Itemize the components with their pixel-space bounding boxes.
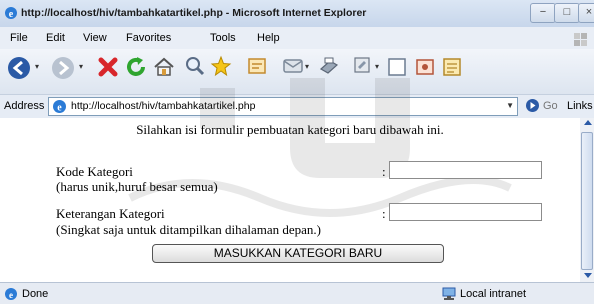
back-dropdown-icon[interactable]: ▾ (35, 62, 39, 71)
home-icon[interactable] (152, 55, 176, 79)
keterangan-colon: : (382, 206, 386, 221)
keterangan-kategori-input[interactable] (389, 203, 542, 221)
menu-bar: File Edit View Favorites Tools Help (0, 27, 594, 49)
mail-dropdown-icon[interactable]: ▾ (305, 62, 309, 71)
history-icon[interactable] (246, 55, 268, 77)
menu-favorites[interactable]: Favorites (126, 32, 171, 44)
discuss-icon[interactable] (386, 55, 410, 79)
kode-colon: : (382, 164, 386, 179)
page-icon: e (53, 100, 66, 114)
svg-text:e: e (9, 290, 13, 300)
keterangan-kategori-label: Keterangan Kategori (56, 206, 165, 221)
favorites-icon[interactable] (210, 55, 232, 77)
print-icon[interactable] (318, 55, 340, 77)
stop-icon[interactable] (96, 55, 120, 79)
local-intranet-icon (442, 287, 456, 300)
form-intro: Silahkan isi formulir pembuatan kategori… (136, 122, 444, 137)
messenger-icon[interactable] (414, 55, 438, 79)
links-button[interactable]: Links (567, 100, 593, 112)
scroll-down-arrow-icon[interactable] (584, 273, 592, 278)
menu-help[interactable]: Help (257, 32, 280, 44)
maximize-button[interactable]: □ (554, 3, 580, 23)
search-icon[interactable] (184, 55, 206, 77)
page-content: Silahkan isi formulir pembuatan kategori… (0, 78, 580, 282)
windows-flag-icon (574, 33, 587, 46)
refresh-icon[interactable] (124, 55, 148, 79)
page-done-icon: e (5, 288, 17, 300)
edit-dropdown-icon[interactable]: ▾ (375, 62, 379, 71)
keterangan-kategori-hint: (Singkat saja untuk ditampilkan dihalama… (56, 222, 321, 237)
scroll-thumb[interactable] (581, 132, 593, 270)
svg-text:e: e (9, 9, 14, 20)
menu-view[interactable]: View (83, 32, 107, 44)
go-button[interactable]: Go (543, 100, 558, 112)
kode-kategori-hint: (harus unik,huruf besar semua) (56, 179, 218, 194)
address-label: Address (4, 100, 45, 112)
edit-icon[interactable] (352, 55, 372, 75)
go-arrow-icon[interactable] (525, 98, 540, 113)
ie-logo-icon: e (5, 7, 17, 20)
window-title: http://localhost/hiv/tambahkatartikel.ph… (21, 7, 367, 19)
address-dropdown-icon[interactable]: ▼ (506, 101, 514, 110)
status-bar: e Done Local intranet (0, 282, 594, 304)
address-bar: Address e http://localhost/hiv/tambahkat… (0, 94, 594, 119)
toolbar: ▾ ▾ ▾ ▾ (0, 49, 594, 94)
mail-icon[interactable] (282, 55, 304, 77)
menu-tools[interactable]: Tools (210, 32, 236, 44)
status-text: Done (22, 288, 49, 300)
scroll-up-arrow-icon[interactable] (584, 120, 592, 125)
submit-kategori-button[interactable]: MASUKKAN KATEGORI BARU (152, 244, 444, 263)
research-icon[interactable] (440, 55, 464, 79)
browser-window: e http://localhost/hiv/tambahkatartikel.… (0, 0, 594, 304)
minimize-button[interactable]: − (530, 3, 556, 23)
svg-text:e: e (57, 103, 62, 114)
back-icon[interactable] (6, 55, 32, 81)
title-bar: e http://localhost/hiv/tambahkatartikel.… (0, 0, 594, 27)
address-url: http://localhost/hiv/tambahkatartikel.ph… (71, 100, 256, 112)
close-button[interactable]: × (578, 3, 594, 23)
kode-kategori-input[interactable] (389, 161, 542, 179)
security-zone: Local intranet (460, 288, 527, 300)
address-input[interactable]: e http://localhost/hiv/tambahkatartikel.… (48, 97, 518, 116)
forward-icon[interactable] (50, 55, 76, 81)
kode-kategori-label: Kode Kategori (56, 164, 133, 179)
forward-dropdown-icon[interactable]: ▾ (79, 62, 83, 71)
menu-edit[interactable]: Edit (46, 32, 65, 44)
menu-file[interactable]: File (10, 32, 28, 44)
